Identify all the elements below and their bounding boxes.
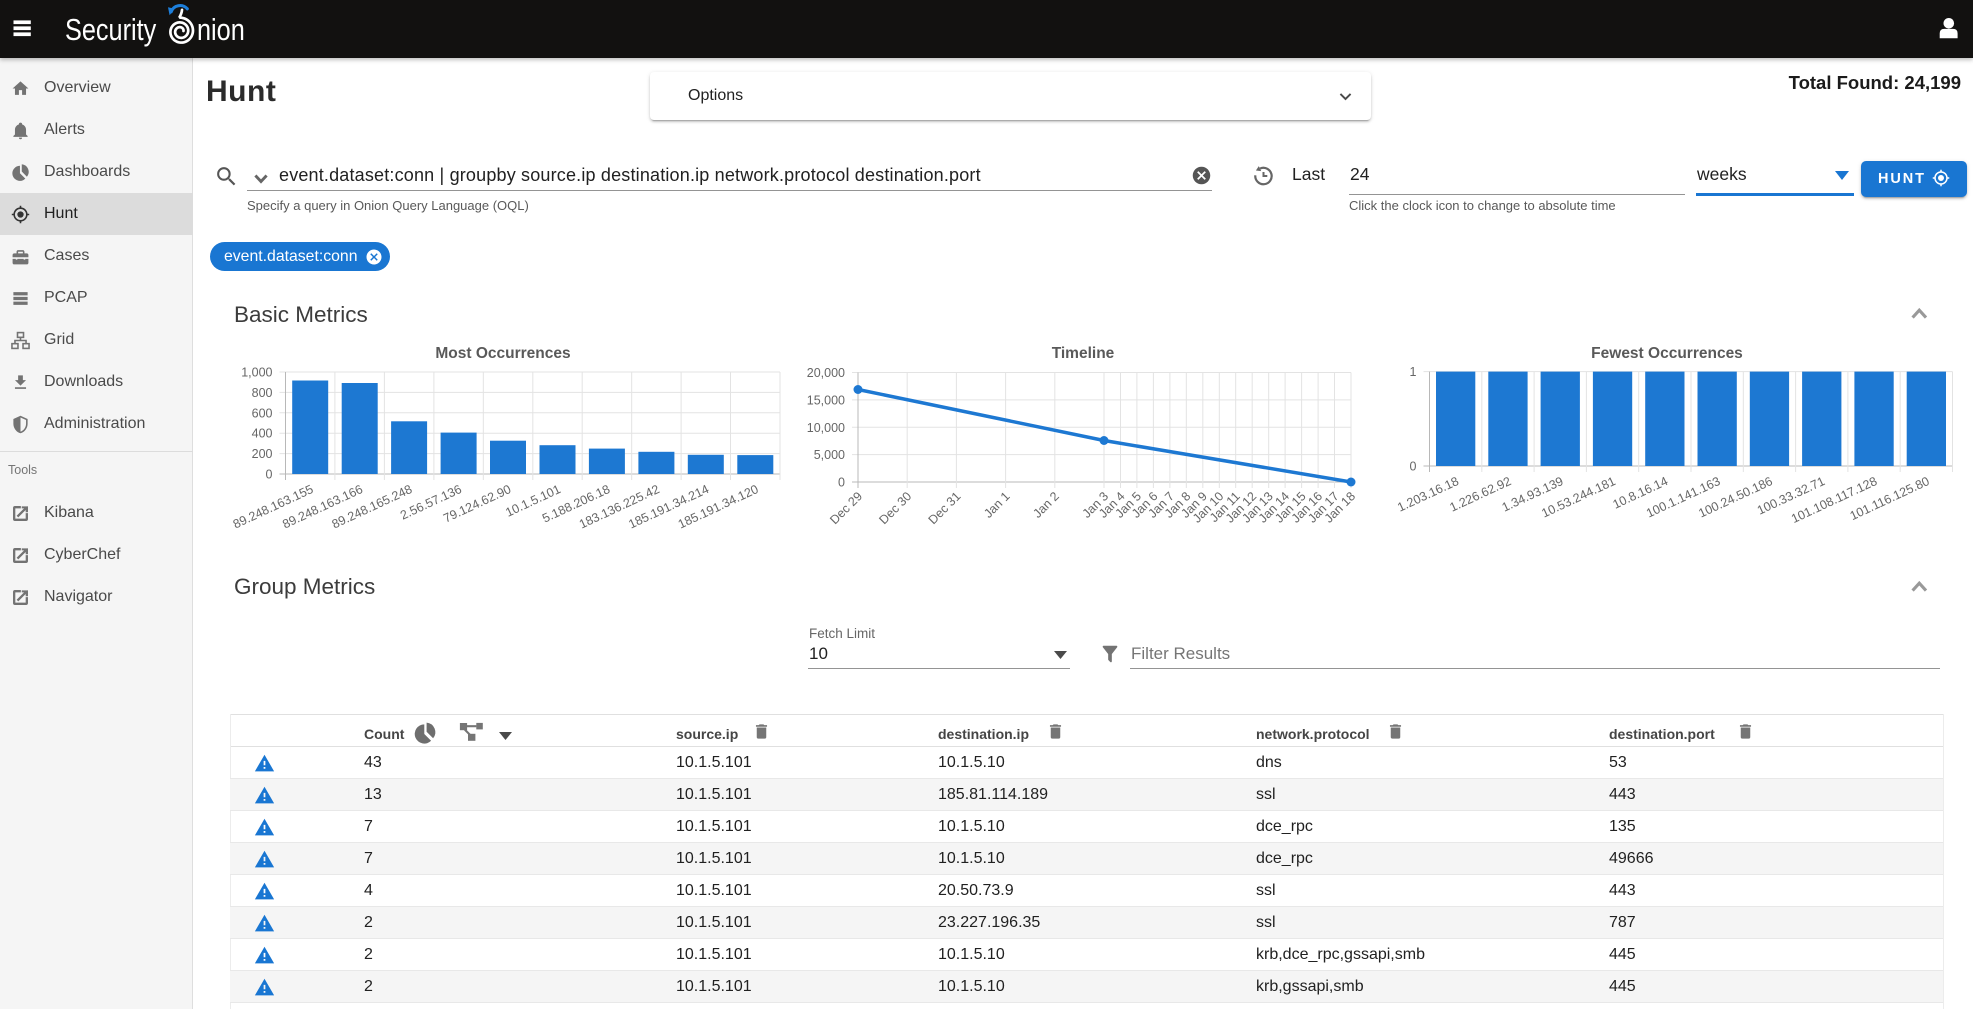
svg-text:Dec 31: Dec 31 bbox=[926, 489, 964, 527]
svg-text:Jan 1: Jan 1 bbox=[981, 489, 1013, 521]
svg-text:5,000: 5,000 bbox=[814, 448, 845, 462]
svg-text:0: 0 bbox=[1410, 460, 1417, 474]
svg-text:800: 800 bbox=[252, 386, 273, 400]
svg-text:Most Occurrences: Most Occurrences bbox=[435, 345, 570, 362]
svg-text:20,000: 20,000 bbox=[807, 366, 845, 380]
svg-text:Jan 2: Jan 2 bbox=[1030, 489, 1062, 521]
svg-text:400: 400 bbox=[252, 427, 273, 441]
svg-text:200: 200 bbox=[252, 447, 273, 461]
svg-text:0: 0 bbox=[838, 476, 845, 490]
svg-text:0: 0 bbox=[266, 468, 273, 482]
svg-text:Fewest Occurrences: Fewest Occurrences bbox=[1591, 345, 1743, 362]
svg-text:Dec 30: Dec 30 bbox=[876, 489, 914, 527]
svg-text:10,000: 10,000 bbox=[807, 421, 845, 435]
svg-text:600: 600 bbox=[252, 406, 273, 420]
svg-text:1,000: 1,000 bbox=[241, 366, 272, 380]
svg-text:Timeline: Timeline bbox=[1052, 345, 1115, 362]
svg-text:15,000: 15,000 bbox=[807, 393, 845, 407]
svg-text:1: 1 bbox=[1410, 365, 1417, 379]
svg-text:89.248.163.155: 89.248.163.155 bbox=[231, 482, 316, 531]
svg-text:Dec 29: Dec 29 bbox=[827, 489, 865, 527]
